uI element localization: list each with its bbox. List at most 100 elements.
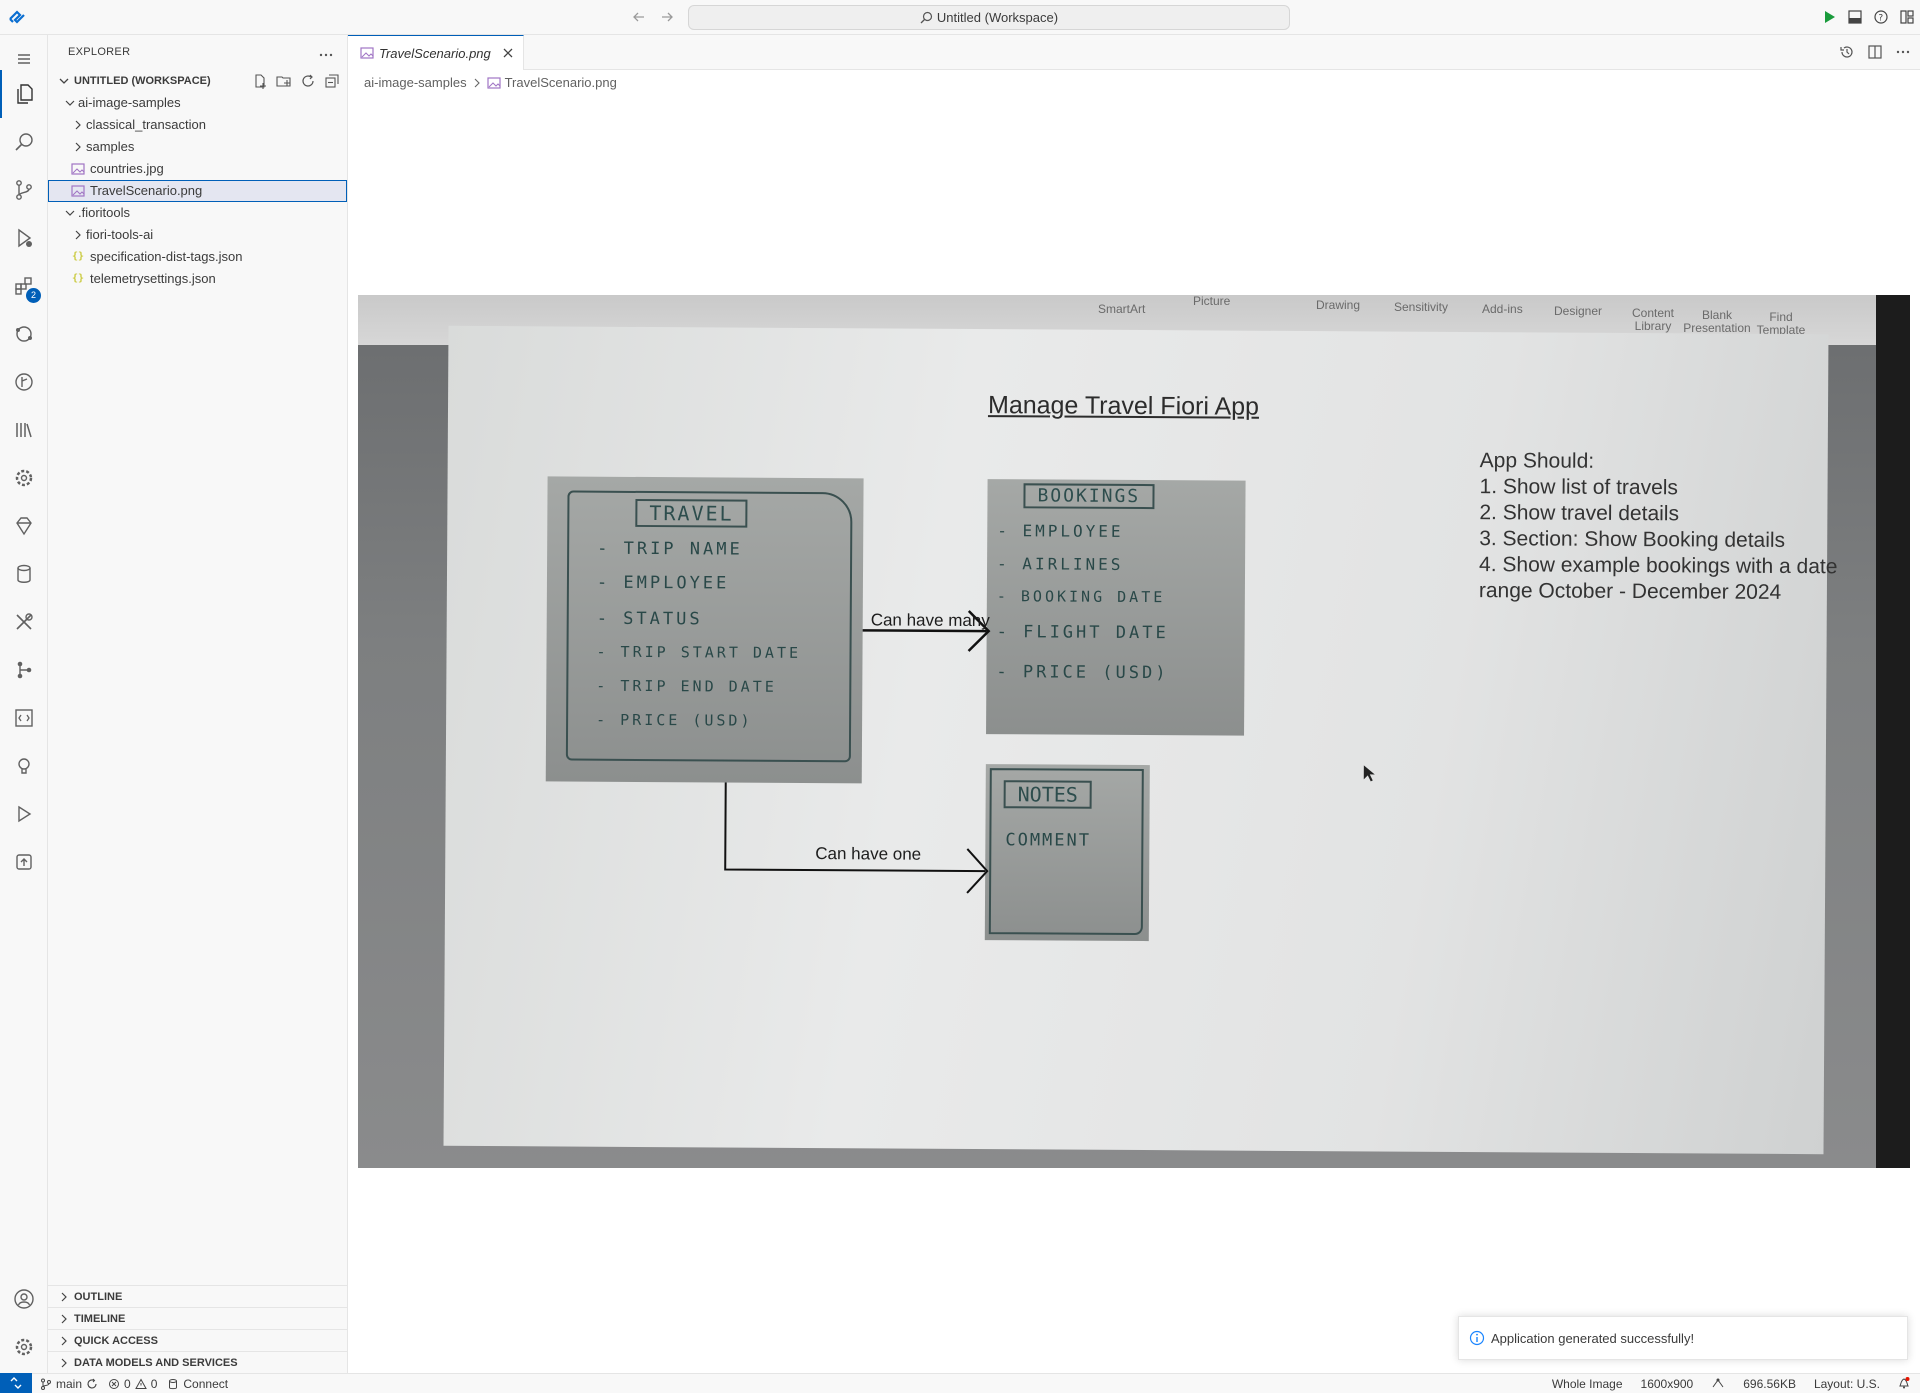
deploy-icon[interactable] — [0, 838, 48, 886]
remote-indicator[interactable] — [0, 1373, 32, 1393]
close-icon[interactable] — [501, 46, 515, 60]
requirement-item: range October - December 2024 — [1478, 579, 1782, 604]
more-actions-icon[interactable] — [1894, 43, 1912, 61]
code-snippet-icon[interactable] — [0, 694, 48, 742]
image-size: 696.56KB — [1743, 1377, 1796, 1391]
customize-layout-icon[interactable] — [1898, 8, 1916, 26]
tab-travelscenario[interactable]: TravelScenario.png — [348, 35, 524, 70]
warning-count: 0 — [150, 1377, 158, 1391]
breadcrumb-file[interactable]: TravelScenario.png — [505, 72, 617, 94]
history-icon[interactable] — [1838, 43, 1856, 61]
timeline-section[interactable]: TIMELINE — [48, 1307, 348, 1329]
branch-name: main — [56, 1377, 83, 1391]
tree-item-label: ai-image-samples — [78, 95, 181, 110]
go-forward-icon[interactable] — [658, 8, 676, 26]
manage-gear-icon[interactable] — [0, 1323, 48, 1371]
requirement-item: 1. Show list of travels — [1479, 475, 1679, 500]
toggle-panel-icon[interactable] — [1846, 8, 1864, 26]
activity-bar: 2 — [0, 35, 48, 1373]
extensions-icon[interactable]: 2 — [0, 262, 48, 310]
section-label: QUICK ACCESS — [74, 1334, 158, 1347]
tree-item-classical-transaction[interactable]: classical_transaction — [48, 114, 347, 136]
new-file-icon[interactable] — [251, 72, 269, 90]
collapse-all-icon[interactable] — [323, 72, 341, 90]
chevron-right-icon — [61, 1336, 67, 1345]
requirement-item: 4. Show example bookings with a date — [1479, 553, 1838, 579]
tree-item-label: fiori-tools-ai — [86, 227, 154, 242]
image-file-icon — [70, 183, 86, 199]
git-graph-icon[interactable] — [0, 358, 48, 406]
split-editor-icon[interactable] — [1866, 43, 1884, 61]
keyboard-layout[interactable]: Layout: U.S. — [1814, 1377, 1880, 1391]
account-icon[interactable] — [0, 1275, 48, 1323]
refresh-icon[interactable] — [299, 72, 317, 90]
notifications-bell-icon[interactable] — [1898, 1376, 1910, 1393]
library-icon[interactable] — [0, 406, 48, 454]
run-icon[interactable] — [1820, 8, 1838, 26]
chevron-right-icon — [75, 142, 81, 152]
status-bar: main 0 0 Connect Whole Image 1600x900 69… — [0, 1373, 1920, 1393]
image-file-icon — [70, 161, 86, 177]
breadcrumb-folder[interactable]: ai-image-samples — [364, 72, 467, 94]
ribbon-smartart: SmartArt — [1098, 302, 1146, 316]
tree-item-label: .fioritools — [78, 205, 131, 220]
problems-status[interactable]: 0 0 — [108, 1377, 157, 1391]
ribbon-sensitivity: Sensitivity — [1394, 300, 1449, 314]
chevron-down-icon — [65, 100, 75, 106]
outline-section[interactable]: OUTLINE — [48, 1285, 348, 1307]
tools-icon[interactable] — [0, 598, 48, 646]
tree-item-travelscenario-png[interactable]: TravelScenario.png — [48, 180, 347, 202]
remote-icon[interactable] — [0, 310, 48, 358]
bulb-icon[interactable] — [0, 742, 48, 790]
tree-item-countries-jpg[interactable]: countries.jpg — [48, 158, 347, 180]
image-file-icon — [486, 77, 501, 89]
search-icon[interactable] — [0, 118, 48, 166]
source-control-icon[interactable] — [0, 166, 48, 214]
gem-icon[interactable] — [0, 502, 48, 550]
explorer-icon[interactable] — [0, 70, 48, 118]
tree-item-fiori-tools-ai[interactable]: fiori-tools-ai — [48, 224, 347, 246]
tree-item-telemetrysettings[interactable]: {} telemetrysettings.json — [48, 268, 347, 290]
search-icon — [920, 11, 933, 24]
requirements-list: App Should: 1. Show list of travels 2. S… — [1479, 448, 1838, 606]
error-icon — [109, 1379, 120, 1389]
requirement-item: 2. Show travel details — [1479, 501, 1680, 526]
image-file-icon — [360, 47, 374, 59]
tree-item-fioritools[interactable]: .fioritools — [48, 202, 347, 224]
settings-cog-icon[interactable] — [0, 454, 48, 502]
tree-item-samples[interactable]: samples — [48, 136, 347, 158]
quick-access-section[interactable]: QUICK ACCESS — [48, 1329, 348, 1351]
ribbon-add-ins: Add-ins — [1482, 302, 1523, 316]
section-label: OUTLINE — [74, 1290, 123, 1303]
app-logo-icon — [8, 9, 26, 27]
play-icon[interactable] — [0, 790, 48, 838]
branch-status[interactable]: main — [40, 1377, 98, 1391]
connect-status[interactable]: Connect — [167, 1377, 228, 1391]
ribbon-drawing: Drawing — [1316, 298, 1361, 312]
new-folder-icon[interactable] — [275, 72, 293, 90]
chevron-down-icon — [59, 78, 69, 84]
git-branch-icon — [41, 1378, 51, 1390]
zoom-status[interactable]: Whole Image — [1552, 1377, 1623, 1391]
database-icon — [169, 1379, 178, 1390]
notification-toast[interactable]: Application generated successfully! — [1458, 1316, 1908, 1360]
run-debug-icon[interactable] — [0, 214, 48, 262]
command-center[interactable]: Untitled (Workspace) — [688, 5, 1290, 30]
more-actions-icon[interactable] — [317, 44, 335, 62]
workspace-section-header[interactable]: UNTITLED (WORKSPACE) — [48, 70, 347, 92]
database-icon[interactable] — [0, 550, 48, 598]
ribbon-blank-presentation: Blank Presentation — [1683, 308, 1751, 335]
json-file-icon: {} — [71, 251, 85, 262]
tree-item-specification-dist-tags[interactable]: {} specification-dist-tags.json — [48, 246, 347, 268]
data-models-section[interactable]: DATA MODELS AND SERVICES — [48, 1351, 348, 1373]
help-icon[interactable]: ? — [1872, 8, 1890, 26]
tree-item-label: specification-dist-tags.json — [90, 249, 243, 264]
connect-label: Connect — [183, 1377, 229, 1391]
go-back-icon[interactable] — [630, 8, 648, 26]
notification-message: Application generated successfully! — [1491, 1330, 1695, 1346]
broadcast-icon[interactable] — [1711, 1377, 1725, 1392]
section-label: DATA MODELS AND SERVICES — [74, 1356, 238, 1369]
workflow-icon[interactable] — [0, 646, 48, 694]
tree-item-ai-image-samples[interactable]: ai-image-samples — [48, 92, 347, 114]
remote-icon — [10, 1377, 22, 1389]
